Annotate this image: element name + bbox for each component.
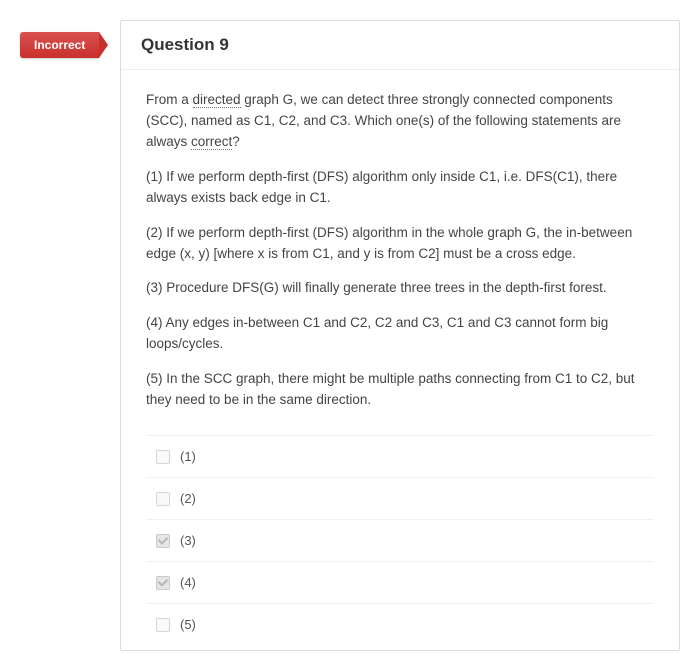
question-paragraph: (3) Procedure DFS(G) will finally genera… [146, 278, 654, 299]
answer-option[interactable]: (3) [146, 519, 654, 561]
answer-label: (1) [180, 449, 196, 464]
checkbox-icon[interactable] [156, 492, 170, 506]
answer-option[interactable]: (2) [146, 477, 654, 519]
checkbox-icon[interactable] [156, 534, 170, 548]
question-wrapper: Incorrect Question 9 From a directed gra… [20, 20, 680, 651]
question-paragraph: (4) Any edges in-between C1 and C2, C2 a… [146, 313, 654, 355]
question-paragraph: (5) In the SCC graph, there might be mul… [146, 369, 654, 411]
answer-label: (3) [180, 533, 196, 548]
answer-label: (4) [180, 575, 196, 590]
result-badge: Incorrect [20, 32, 99, 58]
question-paragraph: (1) If we perform depth-first (DFS) algo… [146, 167, 654, 209]
answer-label: (2) [180, 491, 196, 506]
answer-label: (5) [180, 617, 196, 632]
question-body: From a directed graph G, we can detect t… [121, 70, 679, 411]
answer-option[interactable]: (1) [146, 435, 654, 477]
answer-option[interactable]: (4) [146, 561, 654, 603]
checkbox-icon[interactable] [156, 618, 170, 632]
answer-option[interactable]: (5) [146, 603, 654, 645]
checkbox-icon[interactable] [156, 576, 170, 590]
question-paragraph: From a directed graph G, we can detect t… [146, 90, 654, 153]
question-paragraph: (2) If we perform depth-first (DFS) algo… [146, 223, 654, 265]
answer-list: (1) (2) (3) (4) (5) [121, 425, 679, 650]
question-header: Question 9 [121, 21, 679, 70]
question-title: Question 9 [141, 35, 659, 55]
checkbox-icon[interactable] [156, 450, 170, 464]
question-card: Question 9 From a directed graph G, we c… [120, 20, 680, 651]
